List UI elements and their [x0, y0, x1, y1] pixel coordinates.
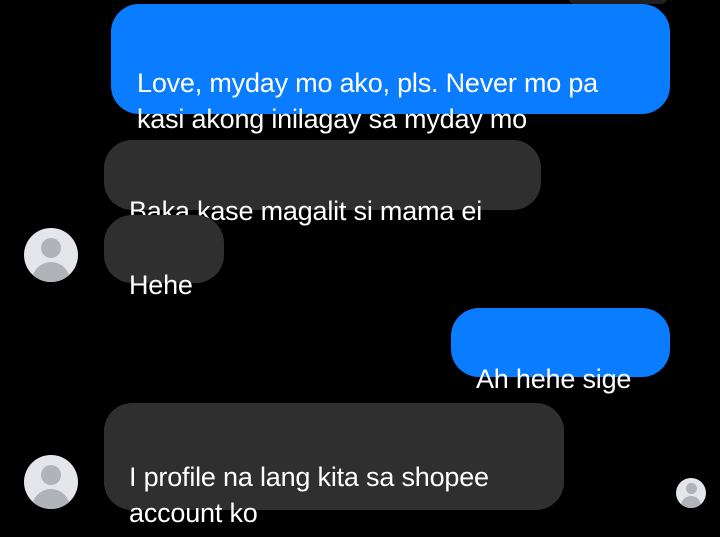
outgoing-message-bubble[interactable]: Love, myday mo ako, pls. Never mo pa kas…: [111, 4, 670, 134]
incoming-message-bubble[interactable]: Baka kase magalit si mama ei: [104, 140, 541, 226]
seen-receipt-icon: [676, 478, 706, 508]
message-text: Ah hehe sige: [476, 364, 632, 394]
outgoing-message-bubble[interactable]: Ah hehe sige: [451, 308, 670, 394]
message-text: I profile na lang kita sa shopee account…: [129, 462, 489, 528]
contact-avatar-icon[interactable]: [24, 228, 78, 282]
contact-avatar-icon[interactable]: [24, 455, 78, 509]
incoming-message-bubble[interactable]: I profile na lang kita sa shopee account…: [104, 403, 564, 528]
message-text: Love, myday mo ako, pls. Never mo pa kas…: [137, 68, 599, 134]
incoming-message-bubble[interactable]: Hehe: [104, 215, 224, 300]
message-text: Hehe: [129, 270, 193, 300]
